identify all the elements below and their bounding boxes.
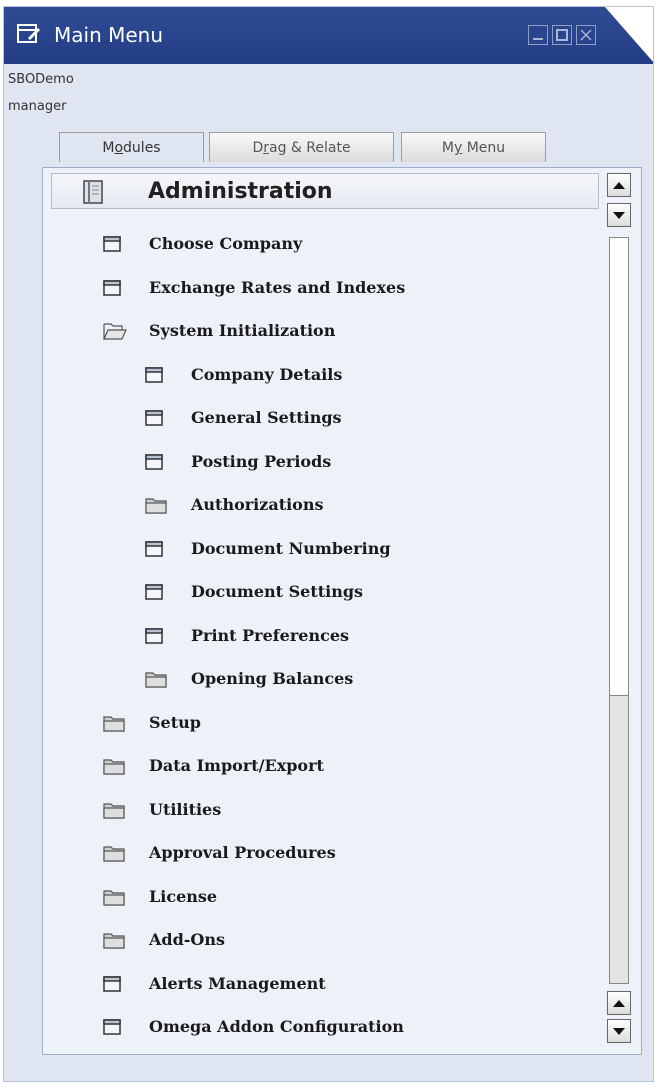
menu-item-label: Posting Periods xyxy=(191,451,332,471)
menu-item-label: General Settings xyxy=(191,408,342,427)
menu-item-label: Add-Ons xyxy=(149,930,226,949)
close-icon xyxy=(580,29,592,41)
arrow-down-icon xyxy=(613,1028,625,1035)
close-button[interactable] xyxy=(576,25,596,45)
tab-modules-label-a: M xyxy=(102,140,115,156)
vertical-scrollbar[interactable] xyxy=(607,173,633,1045)
menu-item[interactable]: Authorizations xyxy=(145,491,599,521)
menu-item[interactable]: Utilities xyxy=(103,796,599,826)
menu-item[interactable]: Print Preferences xyxy=(145,622,599,652)
menu-item-label: Exchange Rates and Indexes xyxy=(149,277,406,297)
folder-icon xyxy=(103,844,125,866)
menu-item-label: Document Numbering xyxy=(191,538,391,558)
menu-item-label: Document Settings xyxy=(191,582,364,601)
menu-item[interactable]: Add-Ons xyxy=(103,926,599,956)
minimize-icon xyxy=(533,38,543,40)
tab-mymenu-label-b: Menu xyxy=(462,140,506,156)
window-title: Main Menu xyxy=(54,23,164,47)
menu-item-label: Setup xyxy=(149,712,201,732)
menu-item-label: Data Import/Export xyxy=(149,756,324,775)
module-panel: Administration Choose Company Exchange Ra… xyxy=(42,167,642,1055)
folder-icon xyxy=(145,670,167,692)
menu-item[interactable]: Opening Balances xyxy=(145,665,599,695)
folder-icon xyxy=(103,931,125,953)
folder-icon xyxy=(103,757,125,779)
form-icon xyxy=(145,366,163,388)
menu-item[interactable]: Setup xyxy=(103,709,599,739)
tab-drag-and-relate[interactable]: Drag & Relate xyxy=(209,132,394,162)
menu-item-label: Choose Company xyxy=(149,234,303,253)
arrow-up-icon xyxy=(613,1000,625,1007)
folder-icon xyxy=(103,801,125,823)
menu-item-label: License xyxy=(149,886,218,906)
menu-item[interactable]: Omega Addon Configuration xyxy=(103,1013,599,1043)
form-icon xyxy=(145,453,163,475)
menu-item[interactable]: System Initialization xyxy=(103,317,599,347)
menu-item[interactable]: Exchange Rates and Indexes xyxy=(103,274,599,304)
menu-item[interactable]: License xyxy=(103,883,599,913)
tab-mymenu-mnemonic: y xyxy=(453,140,463,156)
form-icon xyxy=(145,627,163,649)
menu-item[interactable]: Company Details xyxy=(145,361,599,391)
form-icon xyxy=(103,975,121,997)
scroll-up-button-bottom[interactable] xyxy=(607,991,631,1015)
form-icon xyxy=(103,235,121,257)
folder-open-icon xyxy=(103,322,127,344)
tab-modules-label-b: dules xyxy=(123,140,161,156)
tab-modules[interactable]: Modules xyxy=(59,132,204,162)
form-icon xyxy=(145,409,163,431)
form-icon xyxy=(103,279,121,301)
minimize-button[interactable] xyxy=(528,25,548,45)
menu-item-label: Company Details xyxy=(191,364,343,384)
menu-item-label: System Initialization xyxy=(149,321,336,340)
folder-icon xyxy=(103,714,125,736)
scroll-up-button[interactable] xyxy=(607,173,631,197)
menu-item[interactable]: Document Numbering xyxy=(145,535,599,565)
scroll-thumb[interactable] xyxy=(610,238,628,696)
tab-drag-label-a: D xyxy=(252,140,264,156)
menu-item[interactable]: Approval Procedures xyxy=(103,839,599,869)
module-header[interactable]: Administration xyxy=(51,173,599,209)
title-bar[interactable]: Main Menu xyxy=(4,7,653,64)
arrow-up-icon xyxy=(613,182,625,189)
form-icon xyxy=(145,583,163,605)
form-icon xyxy=(145,540,163,562)
folder-icon xyxy=(145,496,167,518)
main-menu-icon xyxy=(17,24,40,43)
main-menu-window: Main Menu SBODemo manager Modules Drag &… xyxy=(3,6,654,1082)
scroll-down-button-bottom[interactable] xyxy=(607,1019,631,1043)
menu-item-label: Print Preferences xyxy=(191,625,350,645)
tab-mymenu-label-a: M xyxy=(441,140,454,156)
tab-drag-label-b: ag & Relate xyxy=(268,140,351,156)
form-icon xyxy=(103,1018,121,1040)
company-name: SBODemo xyxy=(8,72,74,87)
tab-modules-mnemonic: o xyxy=(114,140,124,156)
maximize-button[interactable] xyxy=(552,25,572,45)
menu-item-label: Authorizations xyxy=(191,495,324,514)
arrow-down-icon xyxy=(613,212,625,219)
folder-icon xyxy=(103,888,125,910)
maximize-icon xyxy=(556,29,568,41)
menu-item[interactable]: General Settings xyxy=(145,404,599,434)
menu-item-label: Omega Addon Configuration xyxy=(149,1017,404,1036)
menu-item[interactable]: Document Settings xyxy=(145,578,599,608)
module-title: Administration xyxy=(148,179,333,204)
user-name: manager xyxy=(8,99,67,114)
menu-item-label: Alerts Management xyxy=(149,973,326,993)
menu-item[interactable]: Data Import/Export xyxy=(103,752,599,782)
menu-item[interactable]: Alerts Management xyxy=(103,970,599,1000)
menu-item[interactable]: Choose Company xyxy=(103,230,599,260)
tab-my-menu[interactable]: My Menu xyxy=(401,132,546,162)
scroll-track[interactable] xyxy=(609,237,629,984)
menu-item-label: Opening Balances xyxy=(191,669,354,688)
menu-item-label: Approval Procedures xyxy=(149,843,336,862)
menu-item[interactable]: Posting Periods xyxy=(145,448,599,478)
menu-item-label: Utilities xyxy=(149,799,222,819)
scroll-down-button[interactable] xyxy=(607,203,631,227)
module-book-icon xyxy=(83,180,103,204)
